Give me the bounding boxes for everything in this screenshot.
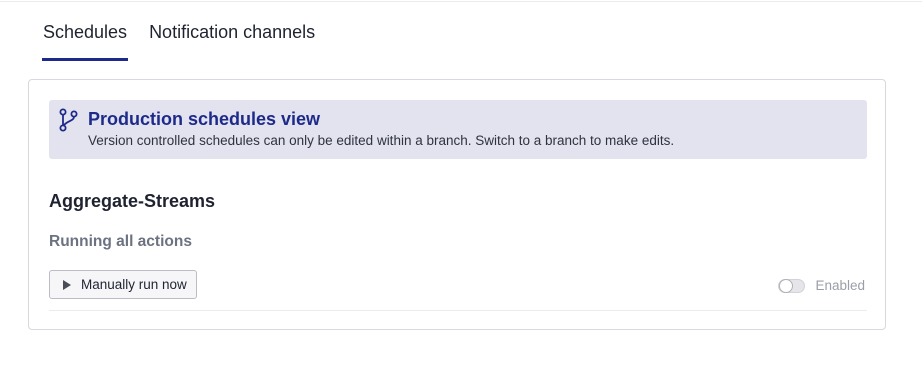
enabled-toggle-group: Enabled: [778, 277, 865, 295]
enabled-toggle[interactable]: [778, 279, 806, 293]
banner-title: Production schedules view: [88, 109, 321, 129]
tab-notification-channels[interactable]: Notification channels: [148, 19, 316, 53]
top-divider: [0, 1, 922, 2]
manually-run-now-button[interactable]: Manually run now: [49, 270, 197, 299]
schedule-status: Running all actions: [49, 233, 192, 250]
card-divider: [49, 310, 867, 311]
git-branch-icon: [59, 108, 78, 132]
enabled-toggle-label: Enabled: [815, 278, 865, 293]
run-button-label: Manually run now: [81, 276, 187, 292]
banner-message: Version controlled schedules can only be…: [88, 133, 675, 148]
toggle-knob: [779, 279, 794, 293]
tab-bar: Schedules Notification channels: [42, 19, 316, 61]
tab-schedules[interactable]: Schedules: [42, 19, 129, 61]
schedules-page: Schedules Notification channels Producti…: [0, 0, 922, 385]
production-view-banner: Production schedules view Version contro…: [49, 100, 867, 159]
play-icon: [63, 279, 71, 290]
schedule-name: Aggregate-Streams: [49, 191, 216, 211]
schedule-card: Production schedules view Version contro…: [28, 79, 886, 330]
